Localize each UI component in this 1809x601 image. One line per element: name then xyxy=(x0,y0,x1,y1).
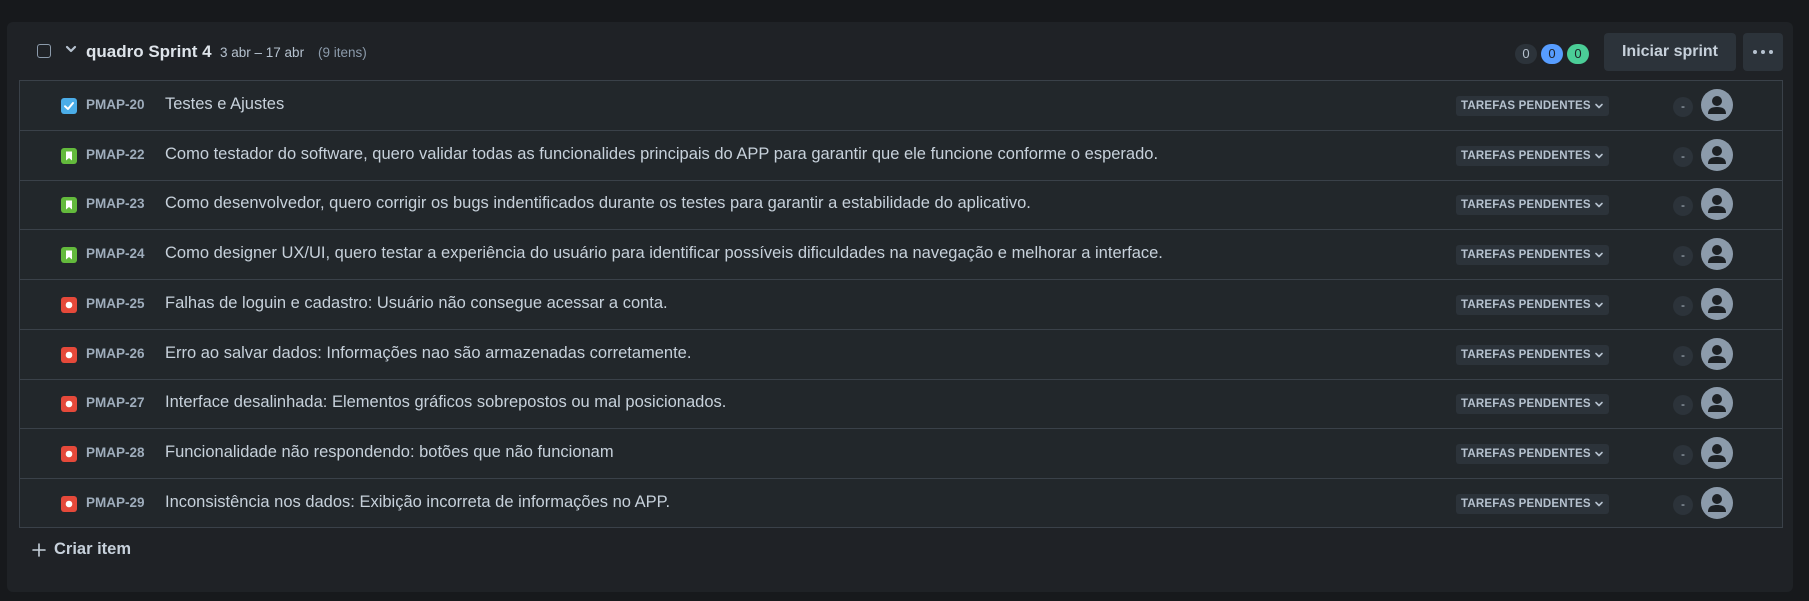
unassigned-avatar-icon[interactable] xyxy=(1701,138,1733,171)
list-item[interactable]: PMAP-22 Como testador do software, quero … xyxy=(20,131,1782,181)
issue-key[interactable]: PMAP-25 xyxy=(86,296,145,311)
bug-icon xyxy=(61,296,77,313)
status-label: TAREFAS PENDENTES xyxy=(1461,298,1591,311)
status-dropdown[interactable]: TAREFAS PENDENTES xyxy=(1456,294,1609,315)
issue-summary[interactable]: Como designer UX/UI, quero testar a expe… xyxy=(165,244,1163,263)
list-item[interactable]: PMAP-28 Funcionalidade não respondendo: b… xyxy=(20,429,1782,479)
sprint-panel: quadro Sprint 4 3 abr – 17 abr (9 itens)… xyxy=(7,22,1793,592)
story-points-estimate[interactable]: - xyxy=(1673,494,1693,515)
issue-summary[interactable]: Interface desalinhada: Elementos gráfico… xyxy=(165,393,726,412)
status-dropdown[interactable]: TAREFAS PENDENTES xyxy=(1456,394,1609,415)
story-points-estimate[interactable]: - xyxy=(1673,345,1693,366)
issue-summary[interactable]: Testes e Ajustes xyxy=(165,95,284,114)
story-points-estimate[interactable]: - xyxy=(1673,196,1693,217)
chevron-down-icon xyxy=(1594,252,1603,258)
list-item[interactable]: PMAP-26 Erro ao salvar dados: Informações… xyxy=(20,330,1782,380)
story-bookmark-icon xyxy=(61,247,77,264)
status-label: TAREFAS PENDENTES xyxy=(1461,249,1591,262)
issue-key[interactable]: PMAP-23 xyxy=(86,196,145,211)
chevron-down-icon xyxy=(1594,501,1603,506)
chevron-down-icon xyxy=(1594,352,1603,357)
story-bookmark-icon xyxy=(61,197,77,214)
status-label: TAREFAS PENDENTES xyxy=(1461,398,1591,411)
list-item[interactable]: PMAP-27 Interface desalinhada: Elementos … xyxy=(20,379,1782,430)
bug-icon xyxy=(61,396,77,413)
status-dropdown[interactable]: TAREFAS PENDENTES xyxy=(1456,443,1609,464)
unassigned-avatar-icon[interactable] xyxy=(1701,337,1733,370)
select-sprint-checkbox[interactable] xyxy=(37,44,51,58)
create-item-button[interactable]: Criar item xyxy=(32,540,131,559)
status-label: TAREFAS PENDENTES xyxy=(1461,348,1591,361)
task-checkbox-icon xyxy=(61,98,77,114)
status-label: TAREFAS PENDENTES xyxy=(1461,199,1591,212)
status-dropdown[interactable]: TAREFAS PENDENTES xyxy=(1456,493,1609,514)
unassigned-avatar-icon[interactable] xyxy=(1701,436,1733,469)
status-label: TAREFAS PENDENTES xyxy=(1461,497,1591,510)
backlog-item-list: PMAP-20 Testes e Ajustes TAREFAS PENDENTES… xyxy=(19,80,1783,528)
chevron-down-icon xyxy=(1594,203,1603,208)
unassigned-avatar-icon[interactable] xyxy=(1701,287,1733,320)
unassigned-avatar-icon[interactable] xyxy=(1701,486,1733,519)
issue-key[interactable]: PMAP-28 xyxy=(86,445,145,460)
sprint-header: quadro Sprint 4 3 abr – 17 abr (9 itens)… xyxy=(7,22,1793,80)
more-actions-button[interactable] xyxy=(1743,33,1783,71)
in-progress-count-badge: 0 xyxy=(1541,44,1563,64)
unassigned-avatar-icon[interactable] xyxy=(1701,238,1733,271)
issue-key[interactable]: PMAP-24 xyxy=(86,246,145,261)
unassigned-avatar-icon[interactable] xyxy=(1701,89,1733,121)
story-bookmark-icon xyxy=(61,147,77,164)
chevron-down-icon xyxy=(1594,451,1603,457)
story-points-estimate[interactable]: - xyxy=(1673,295,1693,316)
status-dropdown[interactable]: TAREFAS PENDENTES xyxy=(1456,195,1609,216)
unassigned-avatar-icon[interactable] xyxy=(1701,188,1733,221)
issue-summary[interactable]: Falhas de loguin e cadastro: Usuário não… xyxy=(165,294,668,313)
status-dropdown[interactable]: TAREFAS PENDENTES xyxy=(1456,96,1609,116)
story-points-estimate[interactable]: - xyxy=(1673,395,1693,416)
status-dropdown[interactable]: TAREFAS PENDENTES xyxy=(1456,245,1609,266)
issue-key[interactable]: PMAP-29 xyxy=(86,495,145,510)
story-points-estimate[interactable]: - xyxy=(1673,146,1693,167)
todo-count-badge: 0 xyxy=(1515,44,1537,64)
more-horizontal-icon xyxy=(1753,50,1757,54)
issue-summary[interactable]: Inconsistência nos dados: Exibição incor… xyxy=(165,493,670,512)
plus-icon xyxy=(32,542,46,557)
list-item[interactable]: PMAP-23 Como desenvolvedor, quero corrigi… xyxy=(20,180,1782,231)
bug-icon xyxy=(61,495,77,512)
list-item[interactable]: PMAP-20 Testes e Ajustes TAREFAS PENDENTES… xyxy=(20,81,1782,131)
status-count-badges: 0 0 0 xyxy=(1515,44,1589,64)
chevron-down-icon xyxy=(1594,103,1603,109)
issue-key[interactable]: PMAP-20 xyxy=(86,97,145,112)
issue-summary[interactable]: Erro ao salvar dados: Informações nao sã… xyxy=(165,344,691,363)
chevron-down-icon xyxy=(1594,302,1603,308)
bug-icon xyxy=(61,445,77,462)
start-sprint-button[interactable]: Iniciar sprint xyxy=(1604,33,1736,71)
issue-key[interactable]: PMAP-27 xyxy=(86,395,145,410)
create-item-label: Criar item xyxy=(54,540,132,558)
list-item[interactable]: PMAP-25 Falhas de loguin e cadastro: Usuá… xyxy=(20,280,1782,330)
sprint-title[interactable]: quadro Sprint 4 xyxy=(86,42,212,62)
unassigned-avatar-icon[interactable] xyxy=(1701,387,1733,420)
status-dropdown[interactable]: TAREFAS PENDENTES xyxy=(1456,145,1609,166)
done-count-badge: 0 xyxy=(1567,44,1589,64)
status-label: TAREFAS PENDENTES xyxy=(1461,149,1591,162)
status-label: TAREFAS PENDENTES xyxy=(1461,447,1591,460)
bug-icon xyxy=(61,346,77,363)
list-item[interactable]: PMAP-24 Como designer UX/UI, quero testar… xyxy=(20,230,1782,281)
chevron-down-icon xyxy=(1594,153,1603,158)
story-points-estimate[interactable]: - xyxy=(1673,444,1693,465)
story-points-estimate[interactable]: - xyxy=(1673,246,1693,267)
issue-summary[interactable]: Como testador do software, quero validar… xyxy=(165,145,1158,164)
sprint-dates: 3 abr – 17 abr xyxy=(220,45,305,60)
chevron-down-icon[interactable] xyxy=(63,41,79,57)
list-item[interactable]: PMAP-29 Inconsistência nos dados: Exibiçã… xyxy=(20,479,1782,529)
chevron-down-icon xyxy=(1594,401,1603,407)
issue-summary[interactable]: Como desenvolvedor, quero corrigir os bu… xyxy=(165,194,1031,213)
issue-key[interactable]: PMAP-26 xyxy=(86,346,145,361)
story-points-estimate[interactable]: - xyxy=(1673,97,1693,117)
status-label: TAREFAS PENDENTES xyxy=(1461,100,1591,112)
sprint-item-count: (9 itens) xyxy=(318,45,367,60)
issue-key[interactable]: PMAP-22 xyxy=(86,147,145,162)
status-dropdown[interactable]: TAREFAS PENDENTES xyxy=(1456,344,1609,365)
issue-summary[interactable]: Funcionalidade não respondendo: botões q… xyxy=(165,443,614,462)
